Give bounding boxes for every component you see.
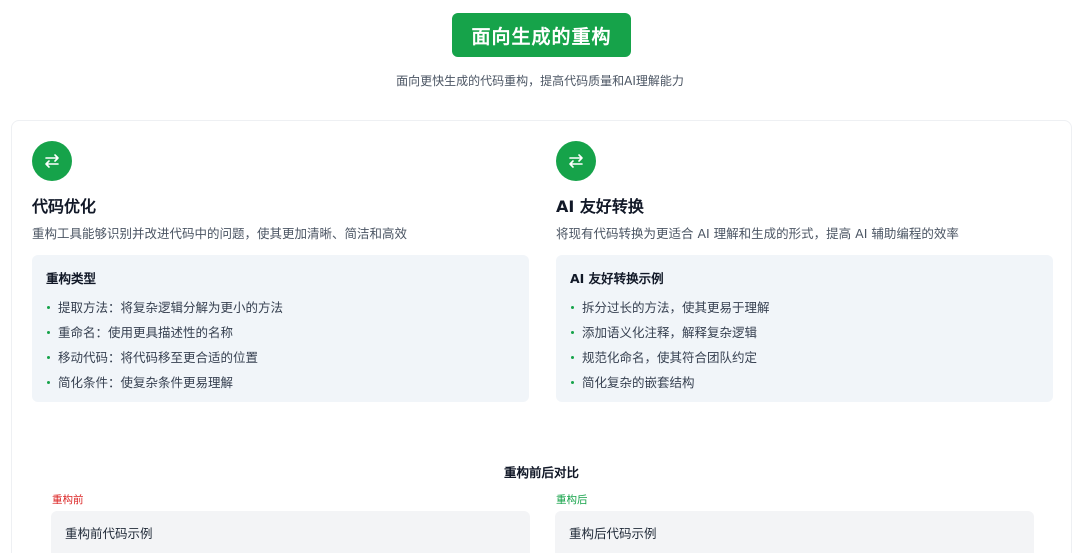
comparison-title: 重构前后对比	[503, 465, 579, 480]
list-item: 添加语义化注释，解释复杂逻辑	[570, 320, 1039, 345]
before-tag: 重构前	[52, 494, 84, 506]
after-code-header: 重构后代码示例	[555, 511, 1034, 553]
ai-friendly-description: 将现有代码转换为更适合 AI 理解和生成的形式，提高 AI 辅助编程的效率	[556, 226, 959, 241]
swap-arrows-icon	[556, 141, 596, 181]
list-item: 简化复杂的嵌套结构	[570, 370, 1039, 395]
code-optimization-title: 代码优化	[32, 197, 97, 216]
list-item: 移动代码：将代码移至更合适的位置	[46, 345, 515, 370]
page-title-button[interactable]: 面向生成的重构	[452, 13, 631, 57]
after-tag: 重构后	[556, 494, 588, 506]
list-item: 拆分过长的方法，使其更易于理解	[570, 295, 1039, 320]
before-code-header: 重构前代码示例	[51, 511, 530, 553]
page-subtitle: 面向更快生成的代码重构，提高代码质量和AI理解能力	[396, 74, 684, 88]
ai-friendly-title: AI 友好转换	[556, 197, 644, 216]
ai-examples-title: AI 友好转换示例	[570, 271, 664, 286]
swap-arrows-icon	[32, 141, 72, 181]
feature-card: 代码优化 重构工具能够识别并改进代码中的问题，使其更加清晰、简洁和高效 重构类型…	[11, 120, 1072, 553]
refactor-types-title: 重构类型	[46, 271, 97, 286]
refactor-types-box: 重构类型 提取方法：将复杂逻辑分解为更小的方法 重命名：使用更具描述性的名称 移…	[32, 255, 529, 402]
list-item: 重命名：使用更具描述性的名称	[46, 320, 515, 345]
list-item: 简化条件：使复杂条件更易理解	[46, 370, 515, 395]
ai-examples-box: AI 友好转换示例 拆分过长的方法，使其更易于理解 添加语义化注释，解释复杂逻辑…	[556, 255, 1053, 402]
list-item: 规范化命名，使其符合团队约定	[570, 345, 1039, 370]
code-optimization-description: 重构工具能够识别并改进代码中的问题，使其更加清晰、简洁和高效	[32, 226, 408, 241]
list-item: 提取方法：将复杂逻辑分解为更小的方法	[46, 295, 515, 320]
